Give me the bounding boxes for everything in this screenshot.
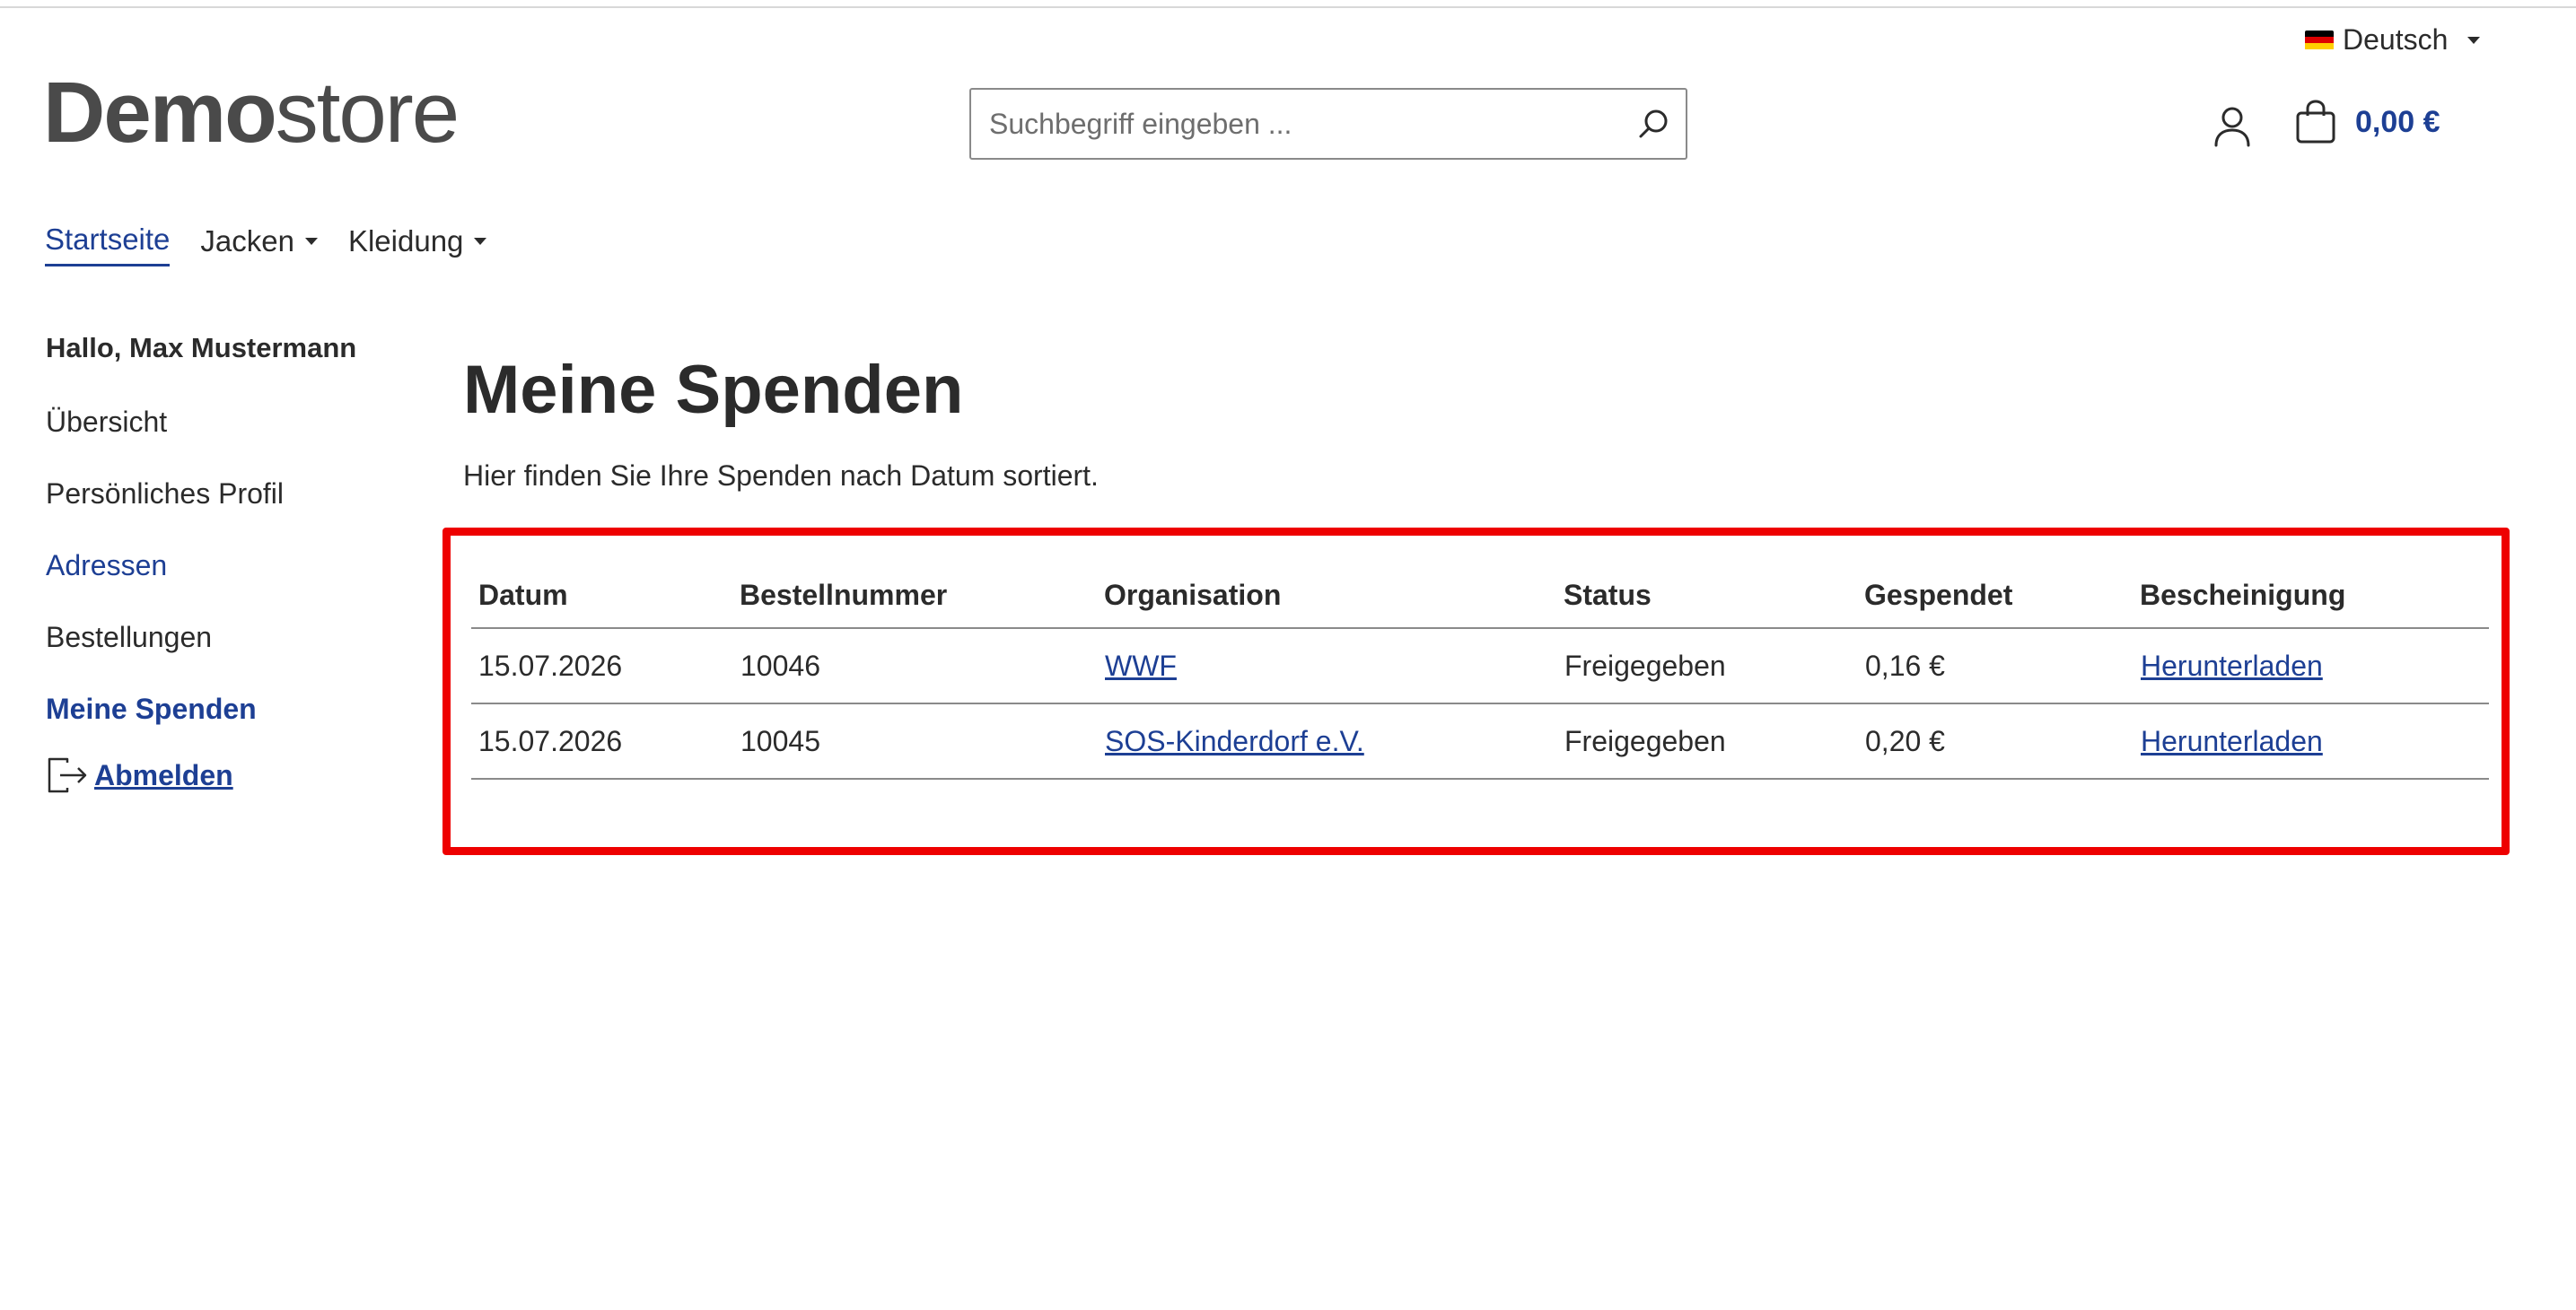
sidebar-item-profile[interactable]: Persönliches Profil: [46, 476, 405, 511]
main-navigation: Startseite Jacken Kleidung: [45, 223, 487, 266]
search-icon: [1639, 109, 1668, 138]
nav-item-jacken[interactable]: Jacken: [200, 223, 318, 266]
nav-item-startseite[interactable]: Startseite: [45, 223, 171, 266]
nav-item-label: Kleidung: [347, 223, 464, 258]
cell-certificate: Herunterladen: [2140, 703, 2489, 780]
greeting: Hallo, Max Mustermann: [46, 332, 357, 363]
column-header-organisation: Organisation: [1104, 563, 1564, 629]
language-label: Deutsch: [2343, 23, 2449, 56]
logo-light: store: [275, 65, 460, 161]
organisation-link[interactable]: SOS-Kinderdorf e.V.: [1105, 725, 1364, 757]
sidebar-item-orders[interactable]: Bestellungen: [46, 619, 405, 655]
search-box: [969, 88, 1687, 160]
donations-table-highlight: Datum Bestellnummer Organisation Status …: [442, 528, 2510, 855]
account-button[interactable]: [2210, 104, 2255, 149]
cell-donated: 0,16 €: [1864, 628, 2140, 704]
chevron-down-icon: [2467, 36, 2481, 44]
page-description: Hier finden Sie Ihre Spenden nach Datum …: [463, 459, 1099, 492]
logout-link[interactable]: Abmelden: [46, 755, 405, 795]
nav-item-label: Startseite: [45, 223, 171, 256]
donations-table: Datum Bestellnummer Organisation Status …: [471, 563, 2489, 780]
logo-bold: Demo: [43, 65, 277, 161]
search-input[interactable]: [971, 90, 1623, 158]
shopping-bag-icon: [2296, 100, 2335, 144]
german-flag-icon: [2305, 30, 2334, 50]
cell-date: 15.07.2026: [471, 703, 740, 780]
table-row: 15.07.2026 10046 WWF Freigegeben 0,16 € …: [471, 628, 2489, 704]
column-header-donated: Gespendet: [1864, 563, 2140, 629]
cart-total: 0,00 €: [2355, 104, 2440, 139]
user-icon: [2214, 107, 2250, 147]
search-button[interactable]: [1623, 90, 1686, 158]
sidebar-item-addresses[interactable]: Adressen: [46, 547, 405, 583]
logout-label: Abmelden: [94, 758, 233, 791]
cell-organisation: SOS-Kinderdorf e.V.: [1104, 703, 1564, 780]
account-sidebar: Hallo, Max Mustermann Übersicht Persönli…: [46, 332, 405, 795]
language-selector[interactable]: Deutsch: [2305, 23, 2481, 57]
column-header-status: Status: [1564, 563, 1864, 629]
download-certificate-link[interactable]: Herunterladen: [2141, 725, 2323, 757]
browser-top-border: [0, 0, 2576, 8]
column-header-certificate: Bescheinigung: [2140, 563, 2489, 629]
nav-item-label: Jacken: [200, 223, 294, 258]
cell-status: Freigegeben: [1564, 703, 1864, 780]
table-header-row: Datum Bestellnummer Organisation Status …: [471, 563, 2489, 629]
cell-order-number: 10045: [740, 703, 1104, 780]
sidebar-item-donations[interactable]: Meine Spenden: [46, 691, 405, 727]
page-title: Meine Spenden: [463, 352, 964, 428]
download-certificate-link[interactable]: Herunterladen: [2141, 650, 2323, 682]
sidebar-item-overview[interactable]: Übersicht: [46, 404, 405, 440]
logout-icon: [48, 757, 87, 793]
column-header-date: Datum: [471, 563, 740, 629]
cell-certificate: Herunterladen: [2140, 628, 2489, 704]
organisation-link[interactable]: WWF: [1105, 650, 1177, 682]
cell-status: Freigegeben: [1564, 628, 1864, 704]
column-header-order-number: Bestellnummer: [740, 563, 1104, 629]
chevron-down-icon: [474, 237, 487, 245]
nav-item-kleidung[interactable]: Kleidung: [347, 223, 487, 266]
cart-button[interactable]: 0,00 €: [2294, 99, 2440, 145]
cell-date: 15.07.2026: [471, 628, 740, 704]
cell-organisation: WWF: [1104, 628, 1564, 704]
cell-order-number: 10046: [740, 628, 1104, 704]
chevron-down-icon: [304, 237, 318, 245]
cell-donated: 0,20 €: [1864, 703, 2140, 780]
table-row: 15.07.2026 10045 SOS-Kinderdorf e.V. Fre…: [471, 703, 2489, 780]
store-logo[interactable]: Demostore: [43, 70, 460, 156]
